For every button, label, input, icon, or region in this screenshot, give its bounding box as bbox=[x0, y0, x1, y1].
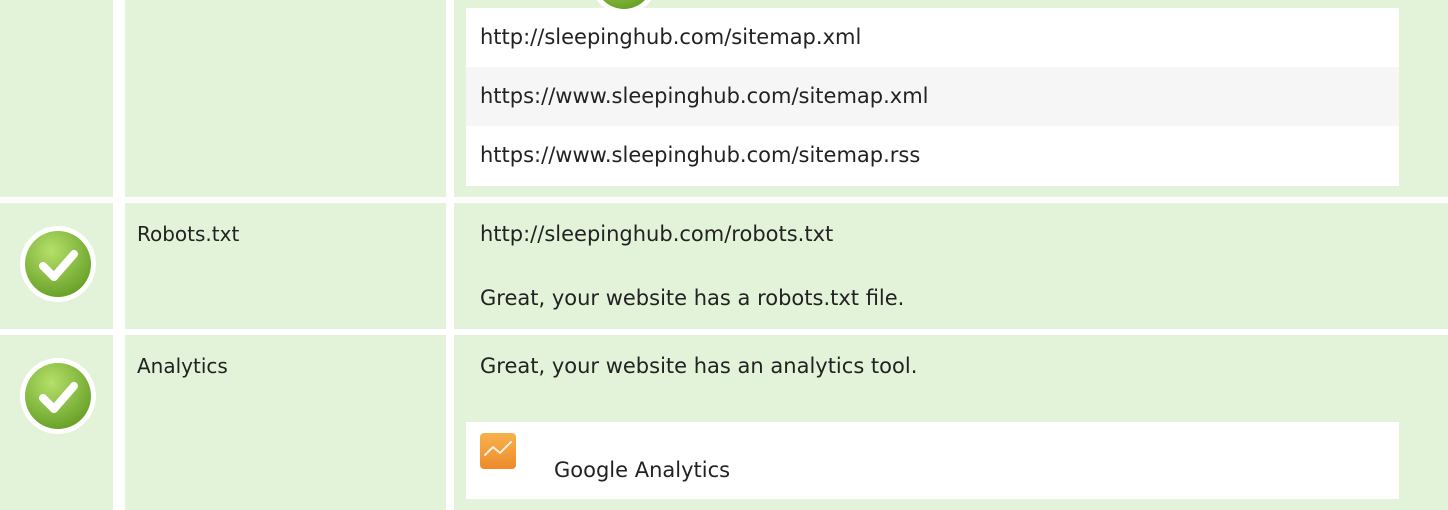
sitemap-url[interactable]: https://www.sleepinghub.com/sitemap.xml bbox=[466, 67, 1399, 126]
robots-label: Robots.txt bbox=[137, 222, 240, 246]
sitemap-url[interactable]: https://www.sleepinghub.com/sitemap.rss bbox=[466, 126, 1399, 185]
robots-url[interactable]: http://sleepinghub.com/robots.txt bbox=[480, 219, 833, 249]
sitemap-status-cell bbox=[0, 0, 113, 197]
check-icon bbox=[20, 226, 96, 302]
analytics-message: Great, your website has an analytics too… bbox=[480, 354, 918, 378]
analytics-label: Analytics bbox=[137, 354, 228, 378]
google-analytics-icon bbox=[480, 433, 516, 469]
analytics-tool-card: Google Analytics bbox=[466, 422, 1399, 499]
sitemap-side-cell bbox=[1408, 0, 1448, 197]
seo-report-page: http://sleepinghub.com/sitemap.xml https… bbox=[0, 0, 1448, 510]
sitemap-label-cell bbox=[125, 0, 446, 197]
robots-message: Great, your website has a robots.txt fil… bbox=[480, 286, 905, 310]
sitemap-url[interactable]: http://sleepinghub.com/sitemap.xml bbox=[466, 8, 1399, 67]
sitemap-url-list: http://sleepinghub.com/sitemap.xml https… bbox=[466, 8, 1399, 186]
check-icon bbox=[20, 358, 96, 434]
analytics-tool-name[interactable]: Google Analytics bbox=[554, 455, 730, 485]
